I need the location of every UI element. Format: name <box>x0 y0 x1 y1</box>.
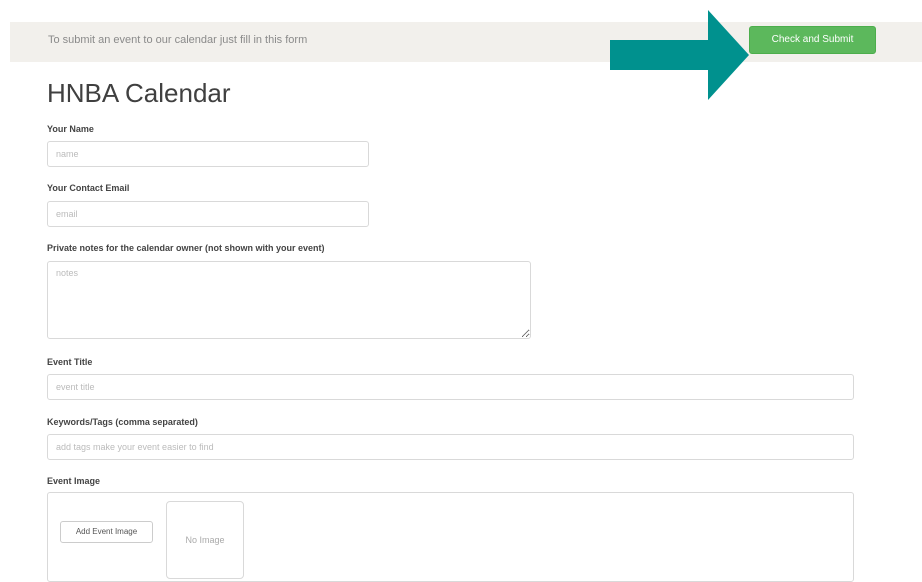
notes-textarea[interactable] <box>47 261 531 339</box>
add-event-image-button[interactable]: Add Event Image <box>60 521 153 543</box>
email-input[interactable] <box>47 201 369 227</box>
arrow-shape <box>610 10 749 100</box>
arrow-right-icon <box>610 10 749 100</box>
notes-label: Private notes for the calendar owner (no… <box>47 243 325 253</box>
image-preview-placeholder: No Image <box>166 501 244 579</box>
event-image-label: Event Image <box>47 476 101 486</box>
tags-label: Keywords/Tags (comma separated) <box>47 417 198 427</box>
name-label: Your Name <box>47 124 94 134</box>
event-title-label: Event Title <box>47 357 93 367</box>
check-and-submit-button[interactable]: Check and Submit <box>749 26 876 54</box>
name-input[interactable] <box>47 141 369 167</box>
tags-input[interactable] <box>47 434 854 460</box>
submission-header-bar: To submit an event to our calendar just … <box>10 10 922 100</box>
event-submission-page: To submit an event to our calendar just … <box>0 0 922 582</box>
event-image-panel: Add Event Image No Image <box>47 492 854 582</box>
intro-text: To submit an event to our calendar just … <box>48 34 308 46</box>
page-title: HNBA Calendar <box>47 78 231 108</box>
event-title-input[interactable] <box>47 374 854 400</box>
email-label: Your Contact Email <box>47 183 130 193</box>
